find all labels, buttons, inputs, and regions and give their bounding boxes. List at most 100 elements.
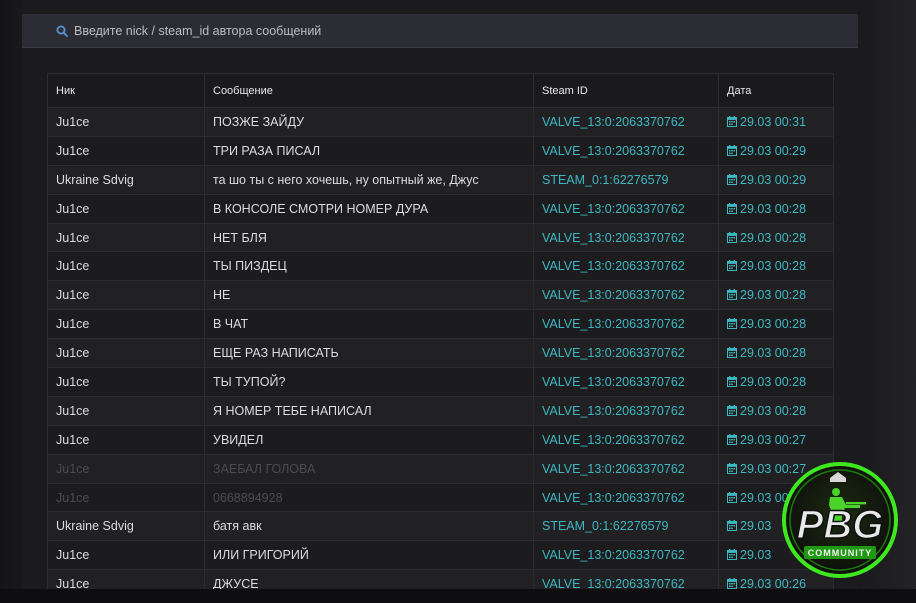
cell-steam-id[interactable]: VALVE_13:0:2063370762 (533, 338, 719, 369)
cell-message: В КОНСОЛЕ СМОТРИ НОМЕР ДУРА (204, 193, 534, 224)
cell-nick[interactable]: Ju1ce (47, 309, 205, 340)
cell-nick[interactable]: Ju1ce (47, 222, 205, 253)
cell-message: УВИДЕЛ (204, 424, 534, 455)
cell-nick[interactable]: Ju1ce (47, 395, 205, 426)
table-row[interactable]: Ju1ce ТЫ ТУПОЙ? VALVE_13:0:2063370762 29.03… (47, 367, 834, 397)
table-row[interactable]: Ju1ce ТЫ ПИЗДЕЦ VALVE_13:0:2063370762 29.03… (47, 251, 834, 282)
cell-date: 29.03 00:28 (718, 251, 834, 282)
column-header-message[interactable]: Сообщение (204, 73, 534, 108)
background-left (0, 0, 22, 603)
calendar-icon (727, 260, 737, 272)
cell-message: ПОЗЖЕ ЗАЙДУ (204, 107, 534, 137)
cell-date: 29.03 00:28 (718, 193, 834, 224)
cell-steam-id[interactable]: VALVE_13:0:2063370762 (533, 309, 719, 340)
messages-table: Ник Сообщение Steam ID Дата Ju1ce ПОЗЖЕ З… (47, 73, 834, 600)
cell-nick[interactable]: Ju1ce (47, 540, 205, 571)
cell-date: 29.03 00:28 (718, 309, 834, 340)
cell-steam-id[interactable]: VALVE_13:0:2063370762 (533, 193, 719, 224)
calendar-icon (727, 549, 737, 561)
search-icon (56, 25, 68, 37)
column-header-nick[interactable]: Ник (47, 73, 205, 108)
cell-steam-id[interactable]: VALVE_13:0:2063370762 (533, 135, 719, 166)
pbg-community-logo: PBG COMMUNITY (770, 462, 910, 584)
table-row[interactable]: Ju1ce ЗАЕБАЛ ГОЛОВА VALVE_13:0:2063370762 2… (47, 453, 834, 484)
cell-nick[interactable]: Ju1ce (47, 482, 205, 513)
search-bar (22, 14, 858, 48)
cell-steam-id[interactable]: VALVE_13:0:2063370762 (533, 540, 719, 571)
cell-steam-id[interactable]: VALVE_13:0:2063370762 (533, 107, 719, 137)
cell-steam-id[interactable]: VALVE_13:0:2063370762 (533, 280, 719, 311)
calendar-icon (727, 115, 737, 127)
cell-steam-id[interactable]: VALVE_13:0:2063370762 (533, 251, 719, 282)
column-header-steam-id[interactable]: Steam ID (533, 73, 719, 108)
table-row[interactable]: Ukraine Sdvig батя авк STEAM_0:1:62276579 2… (47, 511, 834, 542)
cell-nick[interactable]: Ju1ce (47, 280, 205, 311)
date-text: 29.03 00:28 (740, 201, 807, 216)
cell-nick[interactable]: Ukraine Sdvig (47, 164, 205, 195)
date-text: 29.03 (740, 548, 772, 563)
calendar-icon (727, 347, 737, 359)
cell-message: ТРИ РАЗА ПИСАЛ (204, 135, 534, 166)
cell-message: ИЛИ ГРИГОРИЙ (204, 540, 534, 571)
calendar-icon (727, 289, 737, 301)
cell-nick[interactable]: Ju1ce (47, 367, 205, 397)
cell-date: 29.03 00:31 (718, 107, 834, 137)
column-header-date[interactable]: Дата (718, 73, 834, 108)
cell-message: В ЧАТ (204, 309, 534, 340)
cell-steam-id[interactable]: VALVE_13:0:2063370762 (533, 424, 719, 455)
table-row[interactable]: Ju1ce ТРИ РАЗА ПИСАЛ VALVE_13:0:2063370762… (47, 135, 834, 166)
cell-steam-id[interactable]: VALVE_13:0:2063370762 (533, 395, 719, 426)
cell-nick[interactable]: Ju1ce (47, 251, 205, 282)
cell-nick[interactable]: Ju1ce (47, 338, 205, 369)
table-row[interactable]: Ju1ce 0668894928 VALVE_13:0:2063370762 29.0… (47, 482, 834, 513)
messages-panel: Ник Сообщение Steam ID Дата Ju1ceПОЗЖЕ З… (22, 0, 858, 603)
table-row[interactable]: Ju1ce ИЛИ ГРИГОРИЙ VALVE_13:0:2063370762 29… (47, 540, 834, 571)
calendar-icon (727, 578, 737, 590)
table-row[interactable]: Ju1ce ЕЩЕ РАЗ НАПИСАТЬ VALVE_13:0:20633707… (47, 338, 834, 369)
table-row[interactable]: Ju1ce В КОНСОЛЕ СМОТРИ НОМЕР ДУРА VALVE_13… (47, 193, 834, 224)
date-text: 29.03 00:29 (740, 143, 807, 158)
cell-date: 29.03 00:27 (718, 424, 834, 455)
cell-nick[interactable]: Ju1ce (47, 135, 205, 166)
date-text: 29.03 (740, 519, 772, 534)
calendar-icon (727, 318, 737, 330)
logo-graphic: PBG COMMUNITY (782, 462, 898, 578)
cell-nick[interactable]: Ukraine Sdvig (47, 511, 205, 542)
cell-steam-id[interactable]: VALVE_13:0:2063370762 (533, 482, 719, 513)
cell-date: 29.03 00:29 (718, 135, 834, 166)
table-row[interactable]: Ju1ce НЕТ БЛЯ VALVE_13:0:2063370762 29.03 0… (47, 222, 834, 253)
table-header-row: Ник Сообщение Steam ID Дата (47, 73, 834, 108)
cell-steam-id[interactable]: VALVE_13:0:2063370762 (533, 453, 719, 484)
table-row[interactable]: Ju1ce ПОЗЖЕ ЗАЙДУ VALVE_13:0:2063370762 29.… (47, 107, 834, 137)
logo-subtitle: COMMUNITY (808, 548, 873, 558)
date-text: 29.03 00:28 (740, 288, 807, 303)
calendar-icon (727, 144, 737, 156)
cell-message: 0668894928 (204, 482, 534, 513)
date-text: 29.03 00:28 (740, 317, 807, 332)
table-row[interactable]: Ju1ce В ЧАТ VALVE_13:0:2063370762 29.03 00:… (47, 309, 834, 340)
table-header: Ник Сообщение Steam ID Дата (47, 73, 834, 108)
search-input[interactable] (74, 21, 774, 41)
cell-nick[interactable]: Ju1ce (47, 424, 205, 455)
table-row[interactable]: Ju1ce Я НОМЕР ТЕБЕ НАПИСАЛ VALVE_13:0:2063… (47, 395, 834, 426)
cell-date: 29.03 00:28 (718, 280, 834, 311)
cell-nick[interactable]: Ju1ce (47, 107, 205, 137)
cell-steam-id[interactable]: VALVE_13:0:2063370762 (533, 367, 719, 397)
date-text: 29.03 00:31 (740, 114, 807, 129)
cell-steam-id[interactable]: VALVE_13:0:2063370762 (533, 222, 719, 253)
table-row[interactable]: Ju1ce НЕ VALVE_13:0:2063370762 29.03 00:28 (47, 280, 834, 311)
cell-date: 29.03 00:28 (718, 222, 834, 253)
table-row[interactable]: Ukraine Sdvig та шо ты с него хочешь, ну … (47, 164, 834, 195)
cell-steam-id[interactable]: STEAM_0:1:62276579 (533, 511, 719, 542)
cell-nick[interactable]: Ju1ce (47, 453, 205, 484)
date-text: 29.03 00:28 (740, 230, 807, 245)
cell-steam-id[interactable]: STEAM_0:1:62276579 (533, 164, 719, 195)
date-text: 29.03 00:29 (740, 172, 807, 187)
cell-nick[interactable]: Ju1ce (47, 193, 205, 224)
table-row[interactable]: Ju1ce УВИДЕЛ VALVE_13:0:2063370762 29.03 00… (47, 424, 834, 455)
cell-message: ТЫ ПИЗДЕЦ (204, 251, 534, 282)
cell-message: ЕЩЕ РАЗ НАПИСАТЬ (204, 338, 534, 369)
calendar-icon (727, 433, 737, 445)
cell-message: та шо ты с него хочешь, ну опытный же, Д… (204, 164, 534, 195)
background-bottom (0, 589, 916, 603)
